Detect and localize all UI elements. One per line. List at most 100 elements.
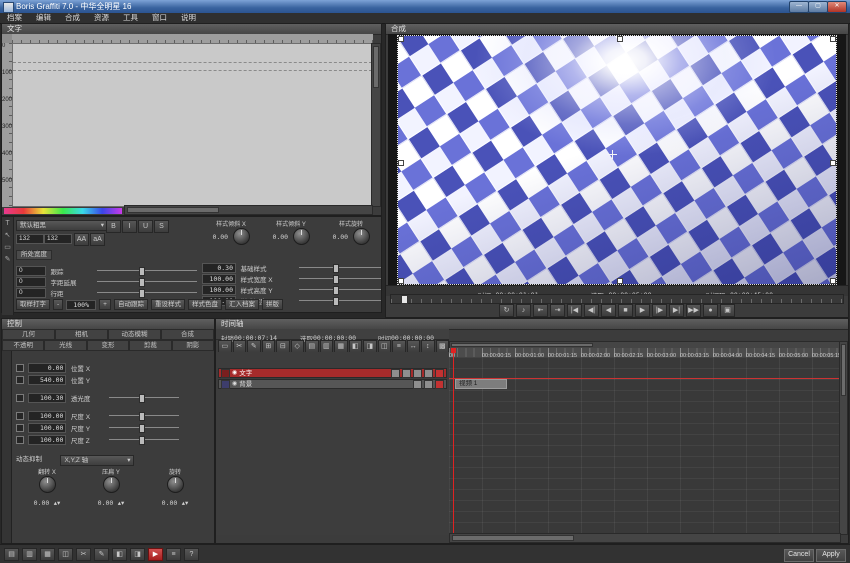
param-slider[interactable] [299, 267, 381, 268]
selection-handle[interactable] [398, 36, 404, 42]
timeline-horizontal-scrollbar[interactable] [449, 533, 841, 543]
track-row-text[interactable]: ◉ 文字 [218, 368, 447, 378]
stack-icon[interactable]: ◫ [378, 340, 392, 353]
selection-handle[interactable] [617, 36, 623, 42]
selection-handle[interactable] [830, 160, 836, 166]
selection-handle[interactable] [830, 278, 836, 284]
control-tab[interactable]: 变形 [87, 340, 129, 351]
case-button[interactable]: aA [90, 233, 105, 246]
rotate-dial[interactable] [167, 476, 184, 493]
maximize-button[interactable]: ▢ [808, 1, 828, 13]
delete-track-icon[interactable]: ⊟ [276, 340, 290, 353]
control-tab[interactable]: 几何 [2, 329, 55, 340]
play-button[interactable]: ▶ [635, 304, 650, 317]
param-slider[interactable] [97, 292, 197, 293]
menu-item[interactable]: 档案 [0, 13, 29, 23]
style-button[interactable]: B [106, 220, 121, 233]
color-spectrum-bar[interactable] [4, 208, 122, 214]
menu-item[interactable]: 说明 [174, 13, 203, 23]
selection-handle[interactable] [398, 278, 404, 284]
split-right-icon[interactable]: ◨ [363, 340, 377, 353]
expand-vertical-icon[interactable]: ↕ [421, 340, 435, 353]
selection-handle[interactable] [398, 160, 404, 166]
param-slider[interactable] [109, 415, 179, 416]
sample-type-button[interactable]: 取样打字 [16, 299, 50, 310]
param-slider[interactable] [299, 289, 381, 290]
style-button[interactable]: U [138, 220, 153, 233]
param-value-field[interactable]: 100.00 [28, 435, 66, 445]
motion-axis-select[interactable]: X,Y,Z 轴 ▾ [60, 455, 134, 466]
menu-item[interactable]: 窗口 [145, 13, 174, 23]
param-value-field[interactable]: 540.00 [28, 375, 66, 385]
layout-button[interactable]: 拼版 [262, 299, 283, 310]
timeline-lane[interactable]: 视频 1 [449, 357, 841, 535]
text-tool-icon[interactable]: T [5, 220, 9, 227]
zoom-out-button[interactable]: - [53, 299, 63, 310]
squash-y-dial[interactable] [103, 476, 120, 493]
track-visibility-icon[interactable]: ◉ [232, 369, 237, 377]
expand-horizontal-icon[interactable]: ↔ [407, 340, 421, 353]
mark-in-button[interactable]: ⇤ [533, 304, 548, 317]
import-file-button[interactable]: 汇入档案 [225, 299, 259, 310]
param-slider[interactable] [109, 427, 179, 428]
auto-track-button[interactable]: 自动跟踪 [114, 299, 148, 310]
menu-item[interactable]: 合成 [58, 13, 87, 23]
control-tab[interactable]: 不透明 [2, 340, 44, 351]
track-option-box[interactable] [413, 369, 422, 378]
split-left-icon[interactable]: ◧ [349, 340, 363, 353]
edit-icon[interactable]: ✎ [94, 548, 109, 561]
list-icon[interactable]: ≡ [392, 340, 406, 353]
control-tab[interactable]: 光线 [44, 340, 86, 351]
timeline-vertical-scrollbar[interactable] [839, 341, 848, 535]
canvas-vertical-scrollbar[interactable] [371, 43, 381, 207]
track-option-box[interactable] [424, 380, 433, 389]
record-button[interactable]: ● [703, 304, 718, 317]
save-icon[interactable]: ▦ [40, 548, 55, 561]
track-color-swatch[interactable] [221, 369, 230, 378]
next-frame-button[interactable]: |▶ [652, 304, 667, 317]
keyframe-checkbox[interactable] [16, 436, 24, 444]
stop-button[interactable]: ■ [618, 304, 633, 317]
clip-video1[interactable]: 视频 1 [455, 379, 507, 389]
param-slider[interactable] [299, 278, 381, 279]
mark-out-button[interactable]: ⇥ [550, 304, 565, 317]
control-tab[interactable]: 剪裁 [129, 340, 171, 351]
shuttle-button[interactable]: ▶▶ [686, 304, 701, 317]
section-label[interactable]: 所处宽度 [16, 250, 52, 260]
control-tab[interactable]: 相机 [55, 329, 108, 340]
canvas-horizontal-scrollbar[interactable] [124, 205, 373, 215]
style-skew-x-dial[interactable] [233, 228, 250, 245]
param-slider[interactable] [97, 281, 197, 282]
razor-icon[interactable]: ✂ [233, 340, 247, 353]
playhead-line[interactable] [453, 348, 454, 535]
apply-button[interactable]: Apply [816, 549, 846, 562]
scrubber-handle[interactable] [401, 295, 408, 304]
style-button[interactable]: I [122, 220, 137, 233]
add-track-icon[interactable]: ⊞ [262, 340, 276, 353]
track-record-box[interactable] [435, 380, 444, 389]
preview-icon[interactable]: ◨ [130, 548, 145, 561]
go-start-button[interactable]: |◀ [567, 304, 582, 317]
param-value-field[interactable]: 0 [16, 288, 46, 298]
layers-icon[interactable]: ▤ [305, 340, 319, 353]
cut-icon[interactable]: ✂ [76, 548, 91, 561]
track-option-box[interactable] [402, 369, 411, 378]
render-button[interactable]: ▶ [148, 548, 163, 561]
param-value-field[interactable]: 100.30 [28, 393, 66, 403]
pen-icon[interactable]: ✎ [247, 340, 261, 353]
menu-item[interactable]: 工具 [116, 13, 145, 23]
track-option-box[interactable] [391, 369, 400, 378]
spinner-arrows[interactable]: ▴▾ [182, 500, 189, 507]
frame-tool-icon[interactable]: ▭ [4, 243, 11, 251]
go-end-button[interactable]: ▶| [669, 304, 684, 317]
preview-viewport[interactable] [388, 34, 846, 286]
anchor-point-crosshair[interactable] [608, 150, 617, 159]
spinner-arrows[interactable]: ▴▾ [54, 500, 61, 507]
play-reverse-button[interactable]: ◀ [601, 304, 616, 317]
track-color-swatch[interactable] [221, 380, 230, 389]
open-icon[interactable]: ▥ [22, 548, 37, 561]
cancel-button[interactable]: Cancel [784, 549, 814, 562]
title-bar[interactable]: Boris Graffiti 7.0 - 中华全明星 16 — ▢ ✕ [0, 0, 850, 14]
grid-icon[interactable]: ▦ [334, 340, 348, 353]
audio-button[interactable]: ♪ [516, 304, 531, 317]
